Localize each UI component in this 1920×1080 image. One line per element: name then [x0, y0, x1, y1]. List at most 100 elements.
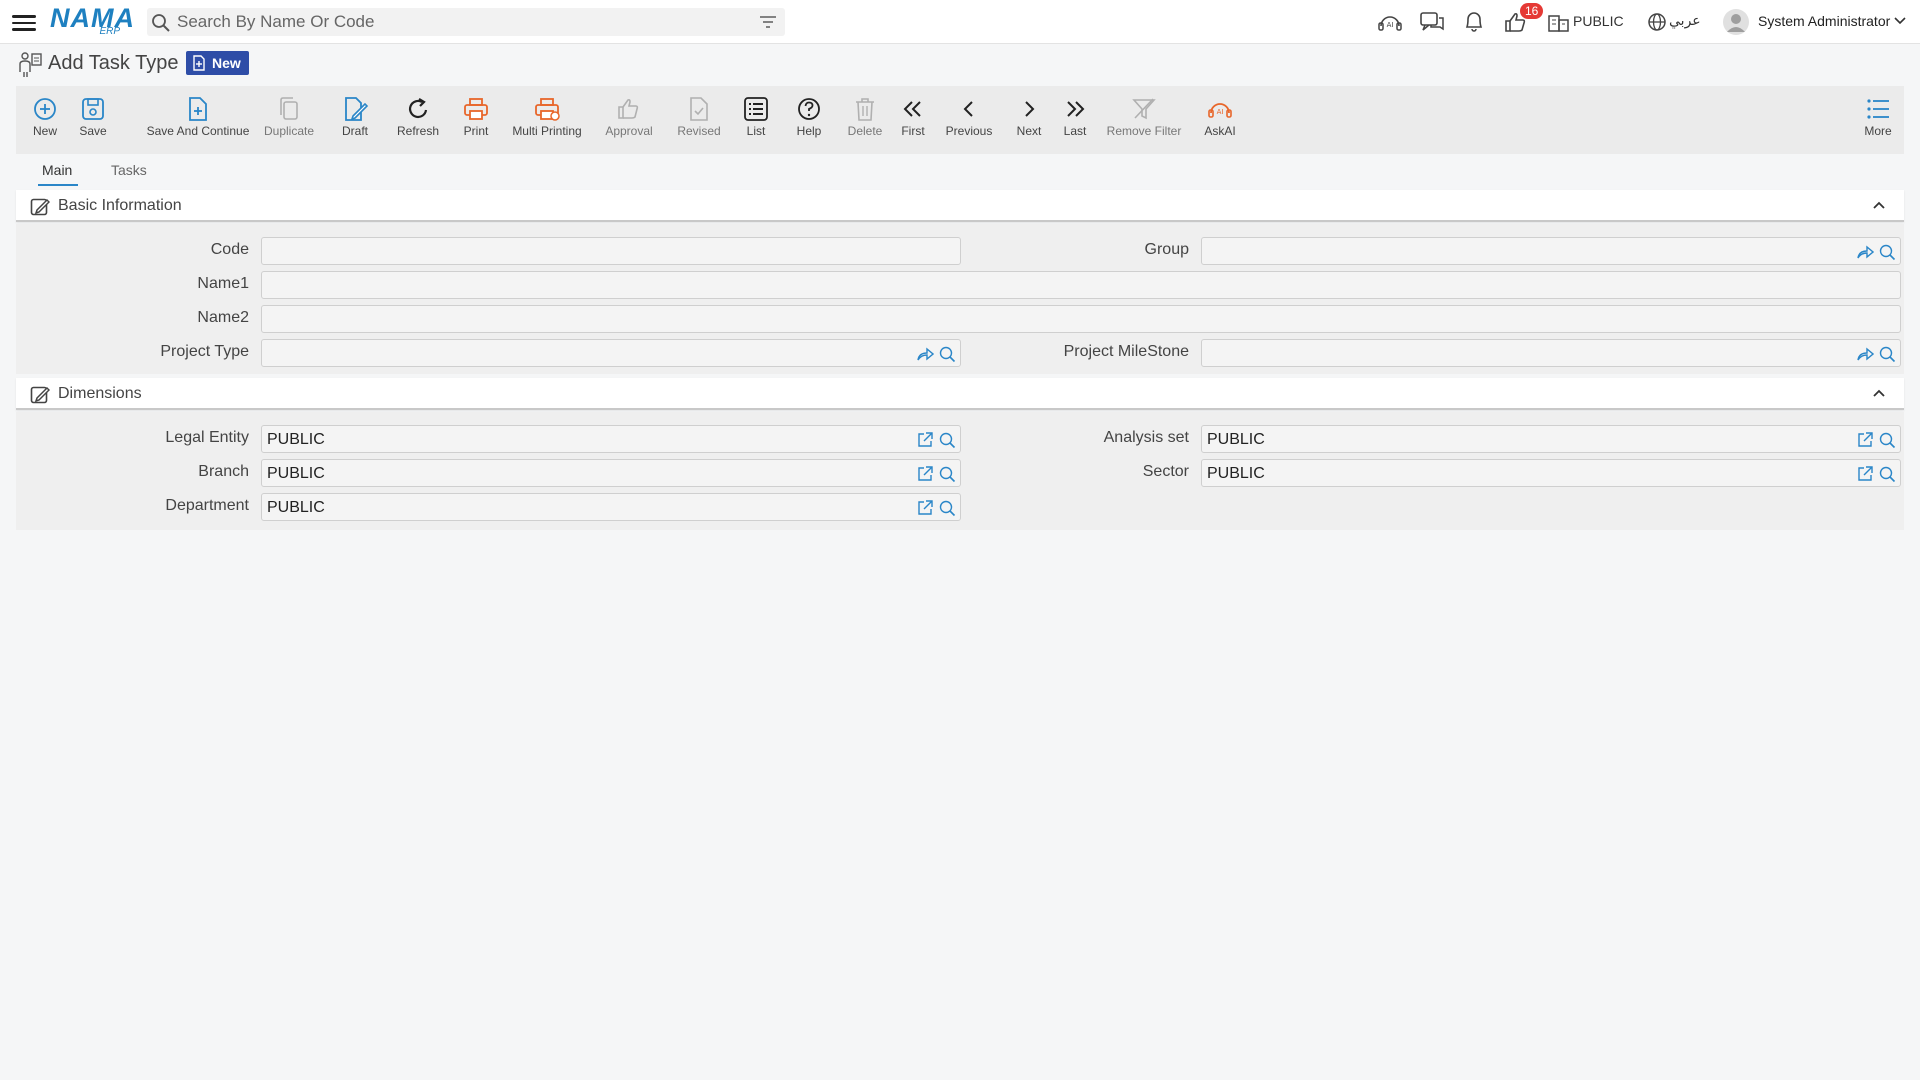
sector-label: Sector: [1142, 463, 1189, 480]
previous-button[interactable]: Previous: [942, 86, 996, 154]
open-external-icon[interactable]: [1856, 465, 1874, 483]
project-type-field[interactable]: [261, 339, 961, 367]
open-external-icon[interactable]: [916, 431, 934, 449]
code-field[interactable]: [261, 237, 961, 265]
chevron-right-icon: [1025, 101, 1035, 117]
refresh-button[interactable]: Refresh: [388, 86, 448, 154]
help-label: Help: [796, 124, 822, 138]
first-button[interactable]: First: [892, 86, 934, 154]
globe-icon[interactable]: [1644, 10, 1670, 34]
draft-button[interactable]: Draft: [330, 86, 380, 154]
analysis-set-label: Analysis set: [1103, 429, 1189, 446]
tab-main[interactable]: Main: [42, 162, 72, 178]
active-tab-indicator: [38, 184, 78, 186]
chevron-up-icon[interactable]: [1872, 199, 1886, 211]
name1-label: Name1: [197, 275, 249, 292]
branch-field[interactable]: PUBLIC: [261, 459, 961, 487]
askai-button[interactable]: AI AskAI: [1192, 86, 1248, 154]
search-lookup-icon[interactable]: [938, 345, 956, 363]
search-lookup-icon[interactable]: [1878, 431, 1896, 449]
sector-field[interactable]: PUBLIC: [1201, 459, 1901, 487]
status-badge: New: [186, 51, 249, 75]
search-lookup-icon[interactable]: [1878, 243, 1896, 261]
askai-label: AskAI: [1204, 124, 1236, 138]
avatar[interactable]: [1722, 8, 1750, 36]
ai-assistant-icon[interactable]: AI: [1377, 10, 1403, 34]
draft-label: Draft: [341, 124, 368, 138]
more-button[interactable]: More: [1858, 86, 1898, 154]
open-external-icon[interactable]: [916, 499, 934, 517]
refresh-icon: [409, 98, 428, 119]
open-external-icon[interactable]: [1856, 431, 1874, 449]
save-button[interactable]: Save: [76, 86, 110, 154]
share-arrow-icon[interactable]: [916, 345, 934, 363]
app-logo[interactable]: NAMA ERP: [50, 4, 134, 38]
filter-icon[interactable]: [759, 14, 777, 30]
search-icon: [152, 14, 170, 32]
svg-text:AI: AI: [1217, 108, 1224, 116]
name2-field[interactable]: [261, 305, 1901, 333]
bell-icon[interactable]: [1461, 10, 1487, 34]
edit-icon: [30, 198, 50, 216]
filter-off-icon: [1132, 98, 1156, 120]
project-milestone-field[interactable]: [1201, 339, 1901, 367]
search-input[interactable]: [177, 8, 737, 36]
list-icon: [744, 97, 768, 121]
department-label: Department: [165, 497, 249, 514]
document-plus-icon: [189, 97, 207, 121]
save-label: Save: [79, 124, 107, 138]
legal-entity-field[interactable]: PUBLIC: [261, 425, 961, 453]
double-chevron-right-icon: [1067, 101, 1085, 117]
search-lookup-icon[interactable]: [938, 465, 956, 483]
language-switch[interactable]: عربي: [1669, 13, 1701, 29]
organization-label[interactable]: PUBLIC: [1573, 13, 1624, 29]
save-and-continue-button[interactable]: Save And Continue: [128, 86, 268, 154]
save-and-continue-label: Save And Continue: [146, 124, 250, 138]
top-bar: NAMA ERP AI 16 PUBLIC عربي System Admini…: [0, 0, 1920, 44]
print-button[interactable]: Print: [452, 86, 500, 154]
delete-button[interactable]: Delete: [838, 86, 892, 154]
search-lookup-icon[interactable]: [938, 499, 956, 517]
approval-label: Approval: [605, 124, 653, 138]
help-icon: [798, 98, 820, 120]
open-external-icon[interactable]: [916, 465, 934, 483]
sector-value: PUBLIC: [1207, 465, 1265, 482]
tab-tasks[interactable]: Tasks: [111, 162, 147, 178]
double-chevron-left-icon: [903, 101, 921, 117]
name2-label: Name2: [197, 309, 249, 326]
new-button[interactable]: New: [28, 86, 62, 154]
branch-value: PUBLIC: [267, 465, 325, 482]
notification-badge: 16: [1520, 3, 1544, 19]
help-button[interactable]: Help: [784, 86, 834, 154]
search-lookup-icon[interactable]: [938, 431, 956, 449]
analysis-set-field[interactable]: PUBLIC: [1201, 425, 1901, 453]
project-type-label: Project Type: [160, 343, 249, 360]
plus-circle-icon: [34, 98, 56, 120]
chevron-up-icon[interactable]: [1872, 387, 1886, 399]
next-button[interactable]: Next: [1006, 86, 1052, 154]
name1-field[interactable]: [261, 271, 1901, 299]
group-field[interactable]: [1201, 237, 1901, 265]
approval-button[interactable]: Approval: [594, 86, 664, 154]
department-field[interactable]: PUBLIC: [261, 493, 961, 521]
user-name[interactable]: System Administrator: [1758, 13, 1890, 29]
share-arrow-icon[interactable]: [1856, 243, 1874, 261]
last-button[interactable]: Last: [1054, 86, 1096, 154]
chevron-down-icon[interactable]: [1893, 15, 1907, 27]
search-lookup-icon[interactable]: [1878, 345, 1896, 363]
thumbs-up-icon: [618, 98, 639, 119]
chat-icon[interactable]: [1419, 10, 1445, 34]
share-arrow-icon[interactable]: [1856, 345, 1874, 363]
search-lookup-icon[interactable]: [1878, 465, 1896, 483]
duplicate-button[interactable]: Duplicate: [254, 86, 324, 154]
new-label: New: [32, 124, 57, 138]
menu-icon[interactable]: [12, 11, 36, 33]
list-button[interactable]: List: [732, 86, 780, 154]
basic-information-header[interactable]: Basic Information: [16, 190, 1904, 222]
organization-icon[interactable]: [1546, 10, 1572, 34]
multi-printing-button[interactable]: Multi Printing: [504, 86, 590, 154]
multi-printer-icon: [535, 98, 560, 121]
remove-filter-button[interactable]: Remove Filter: [1094, 86, 1194, 154]
dimensions-header[interactable]: Dimensions: [16, 378, 1904, 410]
revised-button[interactable]: Revised: [668, 86, 730, 154]
